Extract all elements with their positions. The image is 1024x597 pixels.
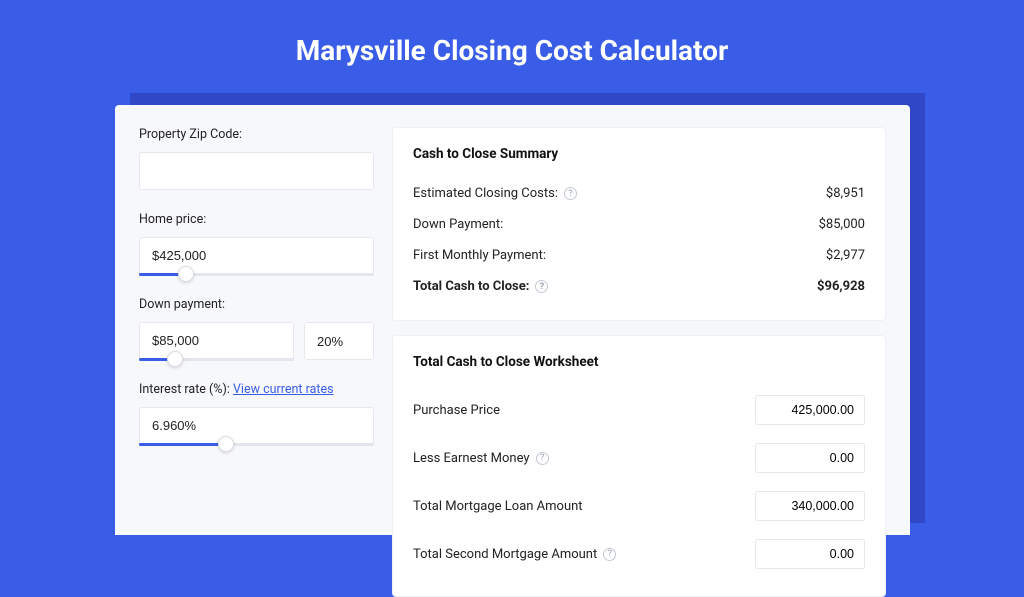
help-icon[interactable]: ?: [536, 452, 549, 465]
help-icon[interactable]: ?: [603, 548, 616, 561]
down-label: Down payment:: [139, 297, 374, 312]
worksheet-row-input[interactable]: [755, 443, 865, 473]
rate-input[interactable]: [139, 407, 374, 445]
calculator-card: Property Zip Code: Home price: Down paym…: [115, 105, 910, 535]
worksheet-row-label: Total Mortgage Loan Amount: [413, 499, 583, 514]
price-slider[interactable]: [139, 237, 374, 275]
rate-label: Interest rate (%):: [139, 382, 230, 397]
price-track: [139, 273, 374, 276]
worksheet-row-input[interactable]: [755, 491, 865, 521]
view-rates-link[interactable]: View current rates: [233, 382, 334, 397]
rate-slider[interactable]: [139, 407, 374, 445]
summary-total-label: Total Cash to Close:: [413, 279, 529, 294]
worksheet-row: Less Earnest Money?: [413, 434, 865, 482]
zip-input[interactable]: [139, 152, 374, 190]
worksheet-row-label: Less Earnest Money: [413, 451, 530, 466]
summary-row-label: First Monthly Payment:: [413, 248, 546, 263]
inputs-column: Property Zip Code: Home price: Down paym…: [139, 127, 374, 513]
worksheet-row-label: Total Second Mortgage Amount: [413, 547, 597, 562]
results-column: Cash to Close Summary Estimated Closing …: [392, 127, 886, 513]
help-icon[interactable]: ?: [564, 187, 577, 200]
help-icon[interactable]: ?: [535, 280, 548, 293]
rate-track: [139, 443, 374, 446]
worksheet-row: Total Mortgage Loan Amount: [413, 482, 865, 530]
worksheet-row-input[interactable]: [755, 395, 865, 425]
zip-group: Property Zip Code:: [139, 127, 374, 190]
rate-label-row: Interest rate (%): View current rates: [139, 382, 374, 397]
price-input[interactable]: [139, 237, 374, 275]
zip-label: Property Zip Code:: [139, 127, 374, 142]
rate-thumb[interactable]: [218, 436, 234, 452]
summary-row-label: Down Payment:: [413, 217, 503, 232]
price-label: Home price:: [139, 212, 374, 227]
summary-row-value: $8,951: [826, 186, 865, 201]
summary-total-row: Total Cash to Close: ? $96,928: [413, 271, 865, 302]
summary-title: Cash to Close Summary: [413, 146, 865, 162]
worksheet-title: Total Cash to Close Worksheet: [413, 354, 865, 370]
down-input[interactable]: [139, 322, 294, 360]
worksheet-row-input[interactable]: [755, 539, 865, 569]
down-thumb[interactable]: [167, 351, 183, 367]
summary-total-value: $96,928: [817, 279, 865, 294]
summary-row: First Monthly Payment: $2,977: [413, 240, 865, 271]
summary-row: Estimated Closing Costs:? $8,951: [413, 178, 865, 209]
price-group: Home price:: [139, 212, 374, 275]
worksheet-row: Purchase Price: [413, 386, 865, 434]
worksheet-row: Total Second Mortgage Amount?: [413, 530, 865, 578]
down-track: [139, 358, 294, 361]
down-slider[interactable]: [139, 322, 294, 360]
worksheet-row-label: Purchase Price: [413, 403, 500, 418]
summary-row-value: $85,000: [819, 217, 865, 232]
down-pct-input[interactable]: [304, 322, 374, 360]
worksheet-panel: Total Cash to Close Worksheet Purchase P…: [392, 335, 886, 597]
summary-panel: Cash to Close Summary Estimated Closing …: [392, 127, 886, 321]
summary-row-label: Estimated Closing Costs:: [413, 186, 558, 201]
summary-row-value: $2,977: [826, 248, 865, 263]
page-title: Marysville Closing Cost Calculator: [0, 0, 1024, 87]
summary-row: Down Payment: $85,000: [413, 209, 865, 240]
rate-group: Interest rate (%): View current rates: [139, 382, 374, 445]
down-group: Down payment:: [139, 297, 374, 360]
price-thumb[interactable]: [178, 266, 194, 282]
